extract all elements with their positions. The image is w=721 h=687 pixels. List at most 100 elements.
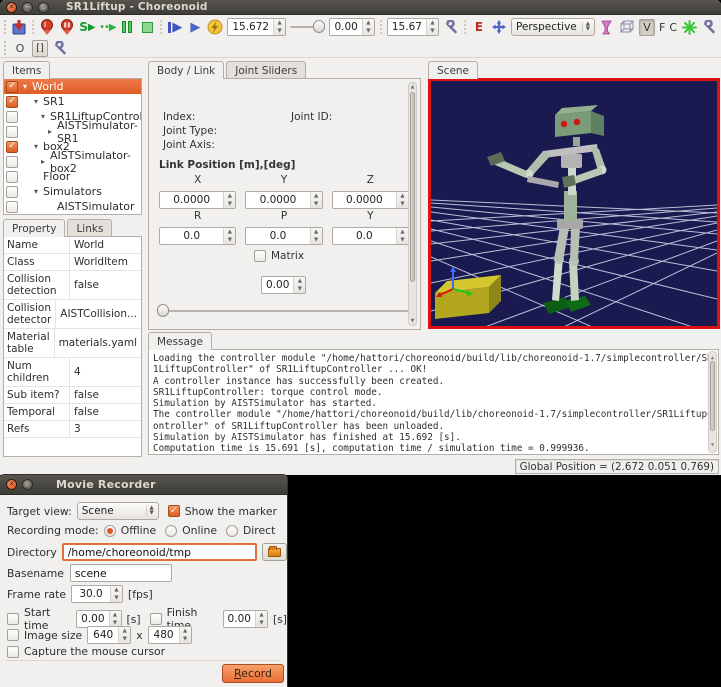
max-time-spinbox[interactable]: 15.67 ▲▼ [387,18,439,36]
view-translation-icon[interactable] [491,18,507,36]
tree-item-aistsimulator[interactable]: AISTSimulator [4,199,141,214]
step-simulation-icon[interactable]: ••▶ [99,18,115,36]
joint-slider[interactable] [157,303,409,319]
property-value[interactable]: 3 [70,421,141,437]
min-time-spinbox[interactable]: 0.00 ▲▼ [329,18,374,36]
message-log[interactable]: Loading the controller module "/home/hat… [148,349,719,455]
item-check[interactable] [6,96,18,108]
pause-simulation-icon[interactable] [119,18,135,36]
offline-radio[interactable] [104,525,116,537]
image-height-spinbox[interactable]: 480▲▼ [148,626,192,644]
show-marker-checkbox[interactable] [168,505,180,517]
property-table[interactable]: NameWorld ClassWorldItem Collision detec… [3,236,142,457]
item-check[interactable] [6,81,18,93]
window-maximize-button[interactable]: ▫ [38,2,49,13]
save-project-icon[interactable] [11,18,27,36]
browse-folder-button[interactable] [262,543,287,561]
property-row[interactable]: ClassWorldItem [4,254,141,271]
toolbar-grip[interactable] [4,20,7,34]
direct-label[interactable]: Direct [243,524,275,537]
face-toggle-button[interactable]: F [659,21,665,34]
item-tree-panel[interactable]: ▾ World ▾ SR1 ▾ SR1LiftupController ▸ AI… [3,78,142,215]
kinematics-config-icon[interactable] [52,39,68,57]
property-value[interactable]: WorldItem [70,254,141,270]
expand-arrow[interactable]: ▸ [46,127,54,136]
property-value[interactable]: AISTCollision... [56,300,141,328]
finish-time-spinbox[interactable]: 0.00▲▼ [223,610,268,628]
tab-joint-sliders[interactable]: Joint Sliders [226,61,306,78]
message-scrollbar[interactable]: ▲ ▼ [708,351,717,453]
direct-radio[interactable] [226,525,238,537]
directory-input[interactable]: /home/choreonoid/tmp [62,543,257,561]
target-view-combo[interactable]: Scene ▲▼ [77,502,159,520]
window-titlebar[interactable]: ✕ − ▫ SR1Liftup - Choreonoid [0,0,721,15]
edit-mode-icon[interactable]: E [471,18,487,36]
current-time-spinbox[interactable]: 15.672 ▲▼ [227,18,286,36]
vertex-toggle-button[interactable]: V [639,19,655,36]
item-check[interactable] [6,111,18,123]
item-check[interactable] [6,141,18,153]
dialog-close-button[interactable]: ✕ [6,479,17,490]
frame-rate-spinbox[interactable]: 30.0▲▼ [71,585,123,603]
collision-lines-icon[interactable] [599,18,615,36]
property-row[interactable]: Temporalfalse [4,404,141,421]
property-value[interactable]: false [70,404,141,420]
scrollbar-thumb[interactable] [710,361,715,431]
expand-arrow[interactable]: ▸ [39,157,47,166]
tree-item-world[interactable]: ▾ World [4,79,141,94]
expand-arrow[interactable]: ▾ [32,142,40,151]
item-check[interactable] [6,126,18,138]
time-slider-knob[interactable] [313,20,325,33]
bracket-tool-icon[interactable]: [] [32,40,48,57]
offline-label[interactable]: Offline [121,524,156,537]
online-label[interactable]: Online [182,524,217,537]
tree-item-aistsimulator-sr1[interactable]: ▸ AISTSimulator-SR1 [4,124,141,139]
finish-time-checkbox[interactable] [150,613,162,625]
min-time-value[interactable]: 0.00 [330,19,361,35]
z-position-spinbox[interactable]: 0.0000▲▼ [332,191,409,209]
stop-simulation-icon[interactable] [139,18,155,36]
item-check[interactable] [6,156,18,168]
circle-tool-icon[interactable]: O [12,39,28,57]
yaw-spinbox[interactable]: 0.0▲▼ [332,227,409,245]
play-icon[interactable]: ▶ [187,18,203,36]
property-row[interactable]: Material tablematerials.yaml [4,329,141,358]
property-row[interactable]: Collision detectionfalse [4,271,141,300]
play-init-icon[interactable]: ▶ [167,18,183,36]
matrix-checkbox[interactable] [254,250,266,262]
bodylink-scrollbar[interactable]: ▲ ▼ [408,82,417,326]
camera-select-combo[interactable]: Perspective ▲▼ [511,18,595,36]
tab-scene[interactable]: Scene [428,61,478,79]
quaternion-spinbox[interactable]: 0.00▲▼ [261,276,306,294]
restart-simulation-icon[interactable] [59,18,75,36]
property-row[interactable]: Collision detectorAISTCollision... [4,300,141,329]
image-size-checkbox[interactable] [7,629,19,641]
polygon-mode-icon[interactable] [619,18,635,36]
record-button[interactable]: Record [222,664,284,683]
pitch-spinbox[interactable]: 0.0▲▼ [245,227,322,245]
tab-body-link[interactable]: Body / Link [148,61,224,79]
timebar-config-icon[interactable] [443,18,459,36]
scenebar-config-icon[interactable] [701,18,717,36]
resume-simulation-icon[interactable]: S▶ [79,18,95,36]
time-sync-icon[interactable] [207,18,223,36]
property-value[interactable]: World [70,237,141,253]
window-close-button[interactable]: ✕ [6,2,17,13]
current-time-value[interactable]: 15.672 [228,19,273,35]
property-value[interactable]: false [70,271,141,299]
tab-items[interactable]: Items [3,61,50,79]
start-simulation-icon[interactable] [39,18,55,36]
window-minimize-button[interactable]: − [22,2,33,13]
roll-spinbox[interactable]: 0.0▲▼ [159,227,236,245]
capture-cursor-checkbox[interactable] [7,646,19,658]
property-row[interactable]: NameWorld [4,237,141,254]
expand-arrow[interactable]: ▾ [32,187,40,196]
scene-3d-view[interactable] [428,78,720,329]
tree-item-simulators[interactable]: ▾ Simulators [4,184,141,199]
time-slider[interactable] [290,19,325,35]
refresh-view-icon[interactable] [681,18,697,36]
joint-slider-knob[interactable] [157,304,169,317]
tab-property[interactable]: Property [3,219,65,237]
basename-input[interactable]: scene [70,564,172,582]
property-row[interactable]: Sub item?false [4,387,141,404]
